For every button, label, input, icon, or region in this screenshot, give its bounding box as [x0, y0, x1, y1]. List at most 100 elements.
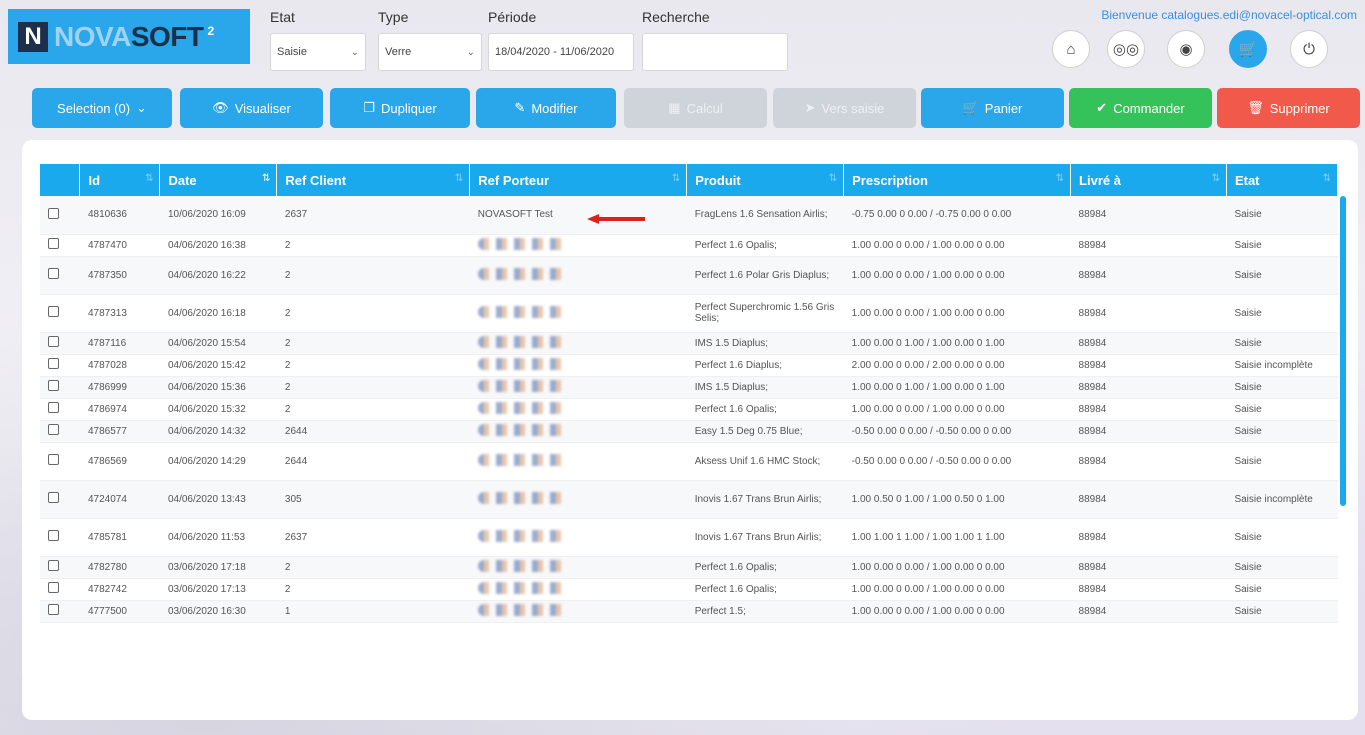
cell-produit: IMS 1.5 Diaplus;	[686, 376, 844, 399]
cell-ref-porteur	[469, 294, 687, 333]
eye-icon: 👁	[212, 100, 229, 115]
table-row[interactable]: 4787470 04/06/2020 16:38 2 Perfect 1.6 Opal…	[40, 234, 1338, 257]
chevron-down-icon: ⌄	[350, 46, 359, 58]
header-ref-porteur[interactable]: Ref Porteur ⇅	[469, 164, 688, 196]
logo-nova-text: NOVA	[54, 20, 131, 52]
eye-icon: ◉	[1179, 41, 1193, 58]
logo-version: 2	[207, 23, 215, 38]
cell-produit: FragLens 1.6 Sensation Airlis;	[686, 196, 844, 235]
row-checkbox[interactable]	[48, 454, 59, 465]
row-checkbox[interactable]	[48, 604, 59, 615]
row-checkbox[interactable]	[48, 358, 59, 369]
redacted-name	[477, 491, 568, 504]
cell-ref-client: 2	[276, 294, 470, 333]
table-row[interactable]: 4786569 04/06/2020 14:29 2644 Aksess Unif 1…	[40, 442, 1338, 481]
cell-etat: Saisie	[1226, 256, 1338, 295]
modifier-button[interactable]: ✎ Modifier	[476, 88, 616, 128]
cell-ref-porteur	[469, 518, 687, 557]
table-row[interactable]: 4810636 10/06/2020 16:09 2637 NOVASOFT Test…	[40, 196, 1338, 235]
cell-ref-client: 2	[276, 376, 470, 399]
row-checkbox[interactable]	[48, 530, 59, 541]
power-button[interactable]: ⏻	[1290, 30, 1328, 68]
table-scrollbar[interactable]	[1340, 196, 1346, 506]
table-row[interactable]: 4782742 03/06/2020 17:13 2 Perfect 1.6 Opal…	[40, 578, 1338, 601]
glasses-button[interactable]: ◎◎	[1107, 30, 1145, 68]
table-row[interactable]: 4787116 04/06/2020 15:54 2 IMS 1.5 Diaplus;…	[40, 332, 1338, 355]
row-checkbox[interactable]	[48, 380, 59, 391]
chevron-down-icon: ⌄	[136, 100, 147, 115]
commander-button[interactable]: ✔ Commander	[1069, 88, 1212, 128]
type-select[interactable]: Verre ⌄	[378, 33, 482, 71]
search-input[interactable]	[642, 33, 788, 71]
header-livre-label: Livré à	[1079, 172, 1121, 188]
table-row[interactable]: 4786577 04/06/2020 14:32 2644 Easy 1.5 Deg …	[40, 420, 1338, 443]
cell-etat: Saisie	[1226, 556, 1338, 579]
commander-label: Commander	[1113, 100, 1185, 116]
row-checkbox[interactable]	[48, 560, 59, 571]
header-produit[interactable]: Produit ⇅	[686, 164, 845, 196]
row-checkbox[interactable]	[48, 238, 59, 249]
novasoft-logo[interactable]: N NOVA SOFT 2	[8, 9, 250, 64]
cell-produit: Perfect 1.6 Opalis;	[686, 398, 844, 421]
sort-icon: ⇅	[145, 173, 154, 184]
panier-button[interactable]: 🛒 Panier	[921, 88, 1064, 128]
table-row[interactable]: 4724074 04/06/2020 13:43 305 Inovis 1.67 Tr…	[40, 480, 1338, 519]
cell-produit: Inovis 1.67 Trans Brun Airlis;	[686, 518, 844, 557]
cell-etat: Saisie	[1226, 234, 1338, 257]
table-row[interactable]: 4782780 03/06/2020 17:18 2 Perfect 1.6 Opal…	[40, 556, 1338, 579]
cell-etat: Saisie incomplète	[1226, 354, 1338, 377]
header-date[interactable]: Date ⇅	[159, 164, 278, 196]
supprimer-button[interactable]: 🗑 Supprimer	[1217, 88, 1360, 128]
cell-produit: IMS 1.5 Diaplus;	[686, 332, 844, 355]
header-livre[interactable]: Livré à ⇅	[1070, 164, 1227, 196]
row-checkbox-cell	[40, 354, 80, 377]
table-row[interactable]: 4787028 04/06/2020 15:42 2 Perfect 1.6 Diap…	[40, 354, 1338, 377]
dupliquer-button[interactable]: ❐ Dupliquer	[330, 88, 470, 128]
header-ref-client[interactable]: Ref Client ⇅	[276, 164, 471, 196]
cell-id: 4810636	[79, 196, 160, 235]
row-checkbox[interactable]	[48, 207, 59, 219]
cell-etat: Saisie	[1226, 196, 1338, 235]
row-checkbox[interactable]	[48, 306, 59, 317]
vers-saisie-button[interactable]: ➤ Vers saisie	[773, 88, 916, 128]
row-checkbox[interactable]	[48, 582, 59, 593]
header-etat[interactable]: Etat ⇅	[1226, 164, 1339, 196]
table-row[interactable]: 4785781 04/06/2020 11:53 2637 Inovis 1.67 T…	[40, 518, 1338, 557]
row-checkbox[interactable]	[48, 268, 59, 279]
cell-id: 4782780	[79, 556, 160, 579]
table-row[interactable]: 4777500 03/06/2020 16:30 1 Perfect 1.5; 1.00…	[40, 600, 1338, 623]
row-checkbox[interactable]	[48, 402, 59, 413]
edit-icon: ✎	[514, 100, 526, 115]
calcul-label: Calcul	[686, 100, 723, 116]
redacted-name	[477, 559, 568, 572]
home-button[interactable]: ⌂	[1052, 30, 1090, 68]
table-row[interactable]: 4786974 04/06/2020 15:32 2 Perfect 1.6 Opal…	[40, 398, 1338, 421]
filter-periode: Période 18/04/2020 - 11/06/2020	[488, 9, 634, 71]
visualiser-button[interactable]: 👁 Visualiser	[180, 88, 323, 128]
cart-icon: 🛒	[1238, 41, 1258, 58]
header-prescription[interactable]: Prescription ⇅	[843, 164, 1072, 196]
cell-prescription: 1.00 0.00 0 0.00 / 1.00 0.00 0 0.00	[843, 556, 1071, 579]
dupliquer-label: Dupliquer	[381, 100, 437, 116]
eye-button[interactable]: ◉	[1167, 30, 1205, 68]
row-checkbox[interactable]	[48, 492, 59, 503]
home-icon: ⌂	[1066, 40, 1076, 58]
periode-input[interactable]: 18/04/2020 - 11/06/2020	[488, 33, 634, 71]
cell-ref-client: 2637	[276, 196, 470, 235]
table-row[interactable]: 4786999 04/06/2020 15:36 2 IMS 1.5 Diaplus;…	[40, 376, 1338, 399]
welcome-message: Bienvenue catalogues.edi@novacel-optical…	[1101, 8, 1357, 22]
row-checkbox[interactable]	[48, 336, 59, 347]
row-checkbox[interactable]	[48, 424, 59, 435]
header-id[interactable]: Id ⇅	[79, 164, 161, 196]
calcul-button[interactable]: ▦ Calcul	[624, 88, 767, 128]
selection-dropdown[interactable]: Selection (0) ⌄	[32, 88, 172, 128]
cell-livre: 88984	[1070, 376, 1227, 399]
red-arrow-annotation	[587, 214, 645, 224]
cell-etat: Saisie	[1226, 294, 1338, 333]
cell-ref-client: 2644	[276, 420, 470, 443]
cell-date: 04/06/2020 16:18	[159, 294, 277, 333]
table-row[interactable]: 4787350 04/06/2020 16:22 2 Perfect 1.6 Pola…	[40, 256, 1338, 295]
table-row[interactable]: 4787313 04/06/2020 16:18 2 Perfect Superchr…	[40, 294, 1338, 333]
cart-button[interactable]: 🛒	[1229, 30, 1267, 68]
etat-select[interactable]: Saisie ⌄	[270, 33, 366, 71]
